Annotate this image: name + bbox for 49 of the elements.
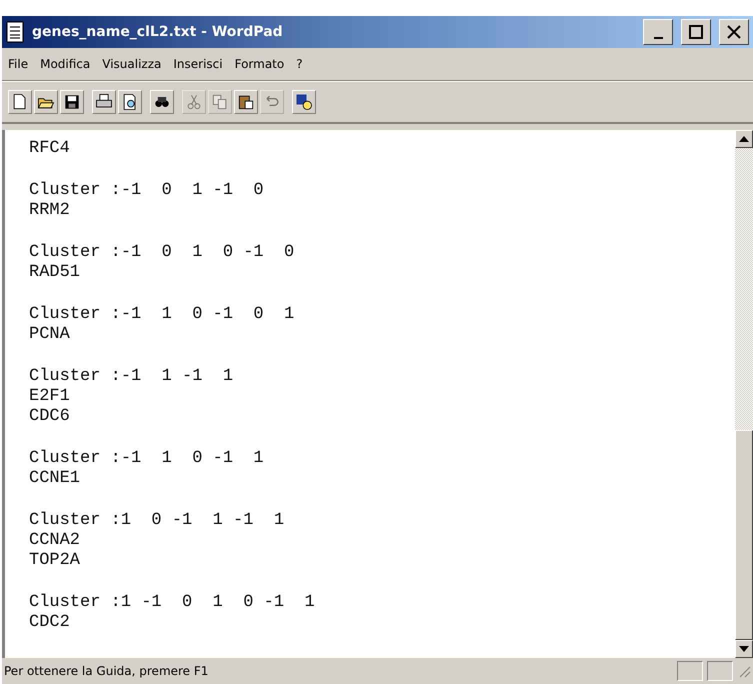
close-button[interactable] xyxy=(719,19,749,45)
gene-name: CCNE1 xyxy=(29,470,82,488)
status-text: Per ottenere la Guida, premere F1 xyxy=(4,664,210,678)
window-title: genes_name_clL2.txt - WordPad xyxy=(32,24,284,40)
gene-name: E2F1 xyxy=(29,388,71,406)
new-button[interactable] xyxy=(8,90,32,114)
gene-name: RAD51 xyxy=(29,264,82,282)
minimize-button[interactable] xyxy=(643,19,673,45)
maximize-button[interactable] xyxy=(681,19,711,45)
print-button[interactable] xyxy=(92,90,116,114)
down-triangle-icon xyxy=(739,646,749,652)
cluster-line: Cluster :-1 0 1 -1 0 xyxy=(29,182,265,200)
menu-item[interactable]: Inserisci xyxy=(173,57,223,71)
maximize-icon xyxy=(689,25,703,39)
up-triangle-icon xyxy=(739,136,749,142)
menu-item[interactable]: File xyxy=(8,57,28,71)
save-button[interactable] xyxy=(60,90,84,114)
cluster-line: Cluster :-1 1 0 -1 1 xyxy=(29,450,265,468)
menu-item[interactable]: Visualizza xyxy=(102,57,162,71)
resize-grip-icon[interactable] xyxy=(737,664,751,678)
vertical-scrollbar[interactable] xyxy=(735,130,753,658)
gene-name: CDC6 xyxy=(29,408,71,426)
menu-item[interactable]: Modifica xyxy=(40,57,90,71)
cluster-line: Cluster :-1 1 0 -1 0 1 xyxy=(29,306,296,324)
find-button[interactable] xyxy=(150,90,174,114)
gene-name: PCNA xyxy=(29,326,71,344)
gene-name: CDC2 xyxy=(29,614,71,632)
close-icon xyxy=(727,25,741,39)
scroll-up-button[interactable] xyxy=(735,130,753,148)
menu-item[interactable]: ? xyxy=(296,57,303,71)
cluster-line: Cluster :-1 1 -1 1 xyxy=(29,368,234,386)
cluster-line: Cluster :1 0 -1 1 -1 1 xyxy=(29,512,286,530)
gene-name: RFC4 xyxy=(29,140,71,158)
cluster-line: Cluster :1 -1 0 1 0 -1 1 xyxy=(29,594,316,612)
preview-button[interactable] xyxy=(118,90,142,114)
scroll-thumb[interactable] xyxy=(735,430,753,640)
gene-name: TOP2A xyxy=(29,552,82,570)
datetime-button[interactable] xyxy=(292,90,316,114)
status-pane xyxy=(677,661,703,681)
minimize-icon xyxy=(654,37,662,39)
gene-name: RRM2 xyxy=(29,202,71,220)
paste-button[interactable] xyxy=(234,90,258,114)
document-icon xyxy=(6,21,24,43)
scroll-down-button[interactable] xyxy=(735,640,753,658)
cluster-line: Cluster :-1 0 1 0 -1 0 xyxy=(29,244,296,262)
open-button[interactable] xyxy=(34,90,58,114)
status-pane xyxy=(707,661,733,681)
gene-name: CCNA2 xyxy=(29,532,82,550)
menu-item[interactable]: Formato xyxy=(234,57,284,71)
